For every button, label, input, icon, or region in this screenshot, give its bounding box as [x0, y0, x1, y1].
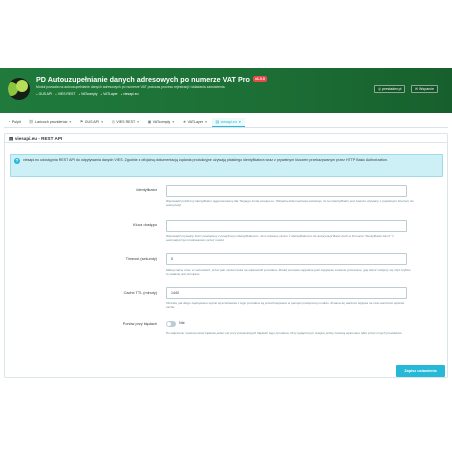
chevron-down-icon: ▼	[204, 120, 208, 124]
car-icon: ▣	[147, 120, 152, 124]
timeout-input[interactable]	[166, 253, 407, 265]
info-alert-text: viesapi.eu udostępnia REST API do odpyty…	[23, 158, 388, 162]
chevron-down-icon: ▼	[68, 120, 72, 124]
tab-dashboard[interactable]: ◔ Pulpit	[4, 118, 25, 127]
version-badge: v1.0.0	[252, 76, 267, 83]
identifier-label: Identyfikator	[136, 188, 157, 192]
retry-toggle-state: Nie	[179, 321, 185, 325]
lock-icon: ▤	[9, 135, 14, 141]
support-link-button[interactable]: ✉ Wsparcie	[411, 85, 438, 93]
link-icon: ⛓	[28, 120, 34, 124]
flag-icon: ⚑	[79, 120, 84, 124]
tab-label: VATcomply	[152, 120, 171, 124]
star-icon: ★	[182, 120, 187, 124]
module-logo	[8, 78, 30, 100]
chevron-down-icon: ▼	[100, 120, 104, 124]
retry-help: Po włączeniu moduł ponowi żądanie jeden …	[166, 331, 403, 335]
provider-chip: viesapi.eu	[121, 92, 138, 96]
website-link-button[interactable]: ◎ prestadev.pl	[374, 85, 406, 93]
question-icon: ?	[14, 158, 20, 164]
provider-chip: VIES REST	[55, 92, 76, 96]
chevron-down-icon: ▼	[136, 120, 140, 124]
identifier-help: Wprowadź publiczny identyfikator wygener…	[166, 199, 414, 207]
tab-label: Pulpit	[11, 120, 21, 124]
tab-label: VIES REST	[116, 120, 136, 124]
cache-ttl-input[interactable]	[166, 287, 407, 299]
envelope-icon: ✉	[415, 87, 419, 91]
chevron-down-icon: ▼	[238, 119, 242, 124]
access-key-input[interactable]	[166, 220, 407, 232]
timeout-help: Maksymalny czas, w sekundach, przez jaki…	[166, 268, 412, 276]
cache-ttl-label: Cache TTL (minuty)	[123, 291, 157, 295]
module-provider-list: GUS API VIES REST VATcomply VATLayer vie…	[36, 92, 139, 96]
panel-header: ▤ viesapi.eu - REST API	[5, 134, 447, 143]
tab-label: Lańcuch providerów	[35, 120, 68, 124]
globe-icon: ◎	[111, 120, 115, 124]
tab-viesapi[interactable]: ▤ viesapi.eu ▼	[211, 118, 246, 127]
module-title: PD Autouzupełnianie danych adresowych po…	[36, 75, 267, 84]
dashboard-icon: ◔	[8, 120, 11, 124]
tab-provider-chain[interactable]: ⛓ Lańcuch providerów ▼	[25, 118, 76, 127]
module-description: Moduł pozwala na autouzupełnianie danych…	[36, 85, 226, 89]
panel-title: viesapi.eu - REST API	[14, 135, 63, 141]
tab-vatcomply[interactable]: ▣ VATcomply ▼	[144, 118, 179, 127]
provider-chip: GUS API	[36, 92, 53, 96]
module-header: PD Autouzupełnianie danych adresowych po…	[0, 68, 452, 113]
info-alert: ? viesapi.eu udostępnia REST API do odpy…	[10, 154, 443, 177]
cache-ttl-help: Określa, jak długo zapisywane wyniki wys…	[166, 301, 405, 309]
tab-label: VATLayer	[187, 120, 204, 124]
tab-vies-rest[interactable]: ◎ VIES REST ▼	[108, 118, 144, 127]
chevron-down-icon: ▼	[171, 120, 175, 124]
tab-vatlayer[interactable]: ★ VATLayer ▼	[179, 118, 212, 127]
website-link-label: prestadev.pl	[382, 87, 402, 91]
tab-label: GUS API	[84, 120, 100, 124]
globe-icon: ◎	[378, 87, 382, 91]
tab-label: viesapi.eu	[220, 119, 237, 124]
tab-gus-api[interactable]: ⚑ GUS API ▼	[76, 118, 108, 127]
module-title-text: PD Autouzupełnianie danych adresowych po…	[36, 75, 250, 84]
lock-icon: ▤	[215, 119, 220, 124]
support-link-label: Wsparcie	[419, 87, 434, 91]
retry-label: Ponów przy błędach	[122, 322, 157, 326]
provider-chip: VATLayer	[100, 92, 118, 96]
module-tabs: ◔ Pulpit ⛓ Lańcuch providerów ▼ ⚑ GUS AP…	[4, 118, 448, 128]
timeout-label: Timeout (sekundy)	[125, 257, 157, 261]
identifier-input[interactable]	[166, 185, 407, 197]
access-key-help: Wprowadź prywatny klucz powiązany z powy…	[166, 234, 394, 242]
retry-toggle[interactable]	[166, 321, 176, 327]
key-label: Klucz dostępu	[133, 223, 157, 227]
save-settings-button[interactable]: Zapisz ustawienia	[396, 365, 445, 377]
provider-chip: VATcomply	[78, 92, 97, 96]
